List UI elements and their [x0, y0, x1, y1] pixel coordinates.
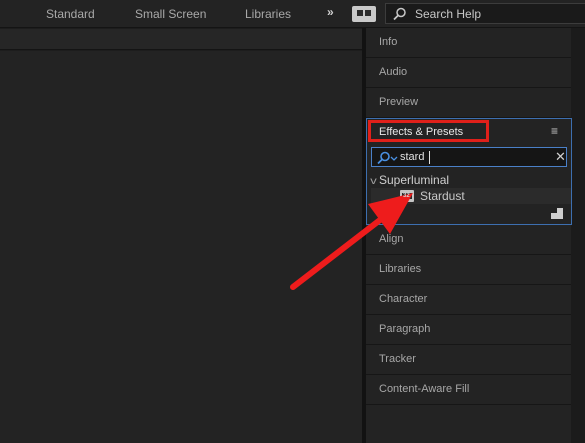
effect-32bit-icon: 32 — [400, 190, 414, 202]
workspace-tab-standard[interactable]: Standard — [46, 7, 95, 21]
panel-tab-libraries[interactable]: Libraries — [366, 255, 571, 285]
workspace-tab-libraries[interactable]: Libraries — [245, 7, 291, 21]
panel-tab-content-aware-fill[interactable]: Content-Aware Fill — [366, 375, 571, 405]
panel-tab-info[interactable]: Info — [366, 28, 571, 58]
workspace-bar: Standard Small Screen Libraries » Search… — [0, 0, 585, 28]
text-caret — [429, 151, 430, 164]
panel-tab-label: Paragraph — [379, 323, 431, 335]
panel-tab-paragraph[interactable]: Paragraph — [366, 315, 571, 345]
panel-tab-audio[interactable]: Audio — [366, 58, 571, 88]
panel-tab-character[interactable]: Character — [366, 285, 571, 315]
panel-tab-label: Audio — [379, 66, 408, 78]
search-icon — [377, 151, 398, 165]
panel-tab-label: Align — [379, 233, 404, 245]
chevron-down-icon[interactable]: v — [370, 176, 377, 187]
panel-tab-label: Tracker — [379, 353, 416, 365]
effects-search-input[interactable]: stard ✕ — [371, 147, 567, 167]
panel-tab-align[interactable]: Align — [366, 225, 571, 255]
new-preset-icon[interactable] — [551, 208, 563, 219]
effect-item-stardust[interactable]: 32 Stardust — [371, 188, 571, 204]
panel-tab-label: Character — [379, 293, 428, 305]
composition-tab-strip — [0, 29, 362, 50]
panel-tab-preview[interactable]: Preview — [366, 88, 571, 118]
panel-tab-label: Preview — [379, 96, 419, 108]
search-help-placeholder: Search Help — [415, 7, 482, 21]
search-help-field[interactable]: Search Help — [385, 3, 585, 24]
panel-menu-icon[interactable]: ≡ — [551, 124, 558, 138]
panel-tab-label: Info — [379, 36, 398, 48]
clear-search-icon[interactable]: ✕ — [555, 149, 566, 165]
panel-scrollbar[interactable] — [571, 28, 585, 443]
folder-label: Superluminal — [379, 173, 450, 187]
panel-tab-label: Libraries — [379, 263, 422, 275]
panel-tab-tracker[interactable]: Tracker — [366, 345, 571, 375]
effects-folder-superluminal[interactable]: v Superluminal — [370, 173, 450, 187]
workspace-tab-small-screen[interactable]: Small Screen — [135, 7, 206, 21]
effect-label: Stardust — [420, 189, 465, 203]
effects-search-value: stard — [400, 151, 425, 163]
search-icon — [393, 7, 406, 21]
panel-tab-label: Content-Aware Fill — [379, 383, 470, 395]
right-panel-stack: Info Audio Preview Align Libraries Chara… — [366, 28, 585, 443]
composition-viewer[interactable] — [0, 51, 362, 443]
effects-presets-title: Effects & Presets — [379, 126, 464, 138]
workspace-settings-icon[interactable] — [352, 6, 376, 22]
effects-presets-tab[interactable]: Effects & Presets — [368, 120, 489, 142]
more-workspaces-button[interactable]: » — [327, 5, 334, 19]
